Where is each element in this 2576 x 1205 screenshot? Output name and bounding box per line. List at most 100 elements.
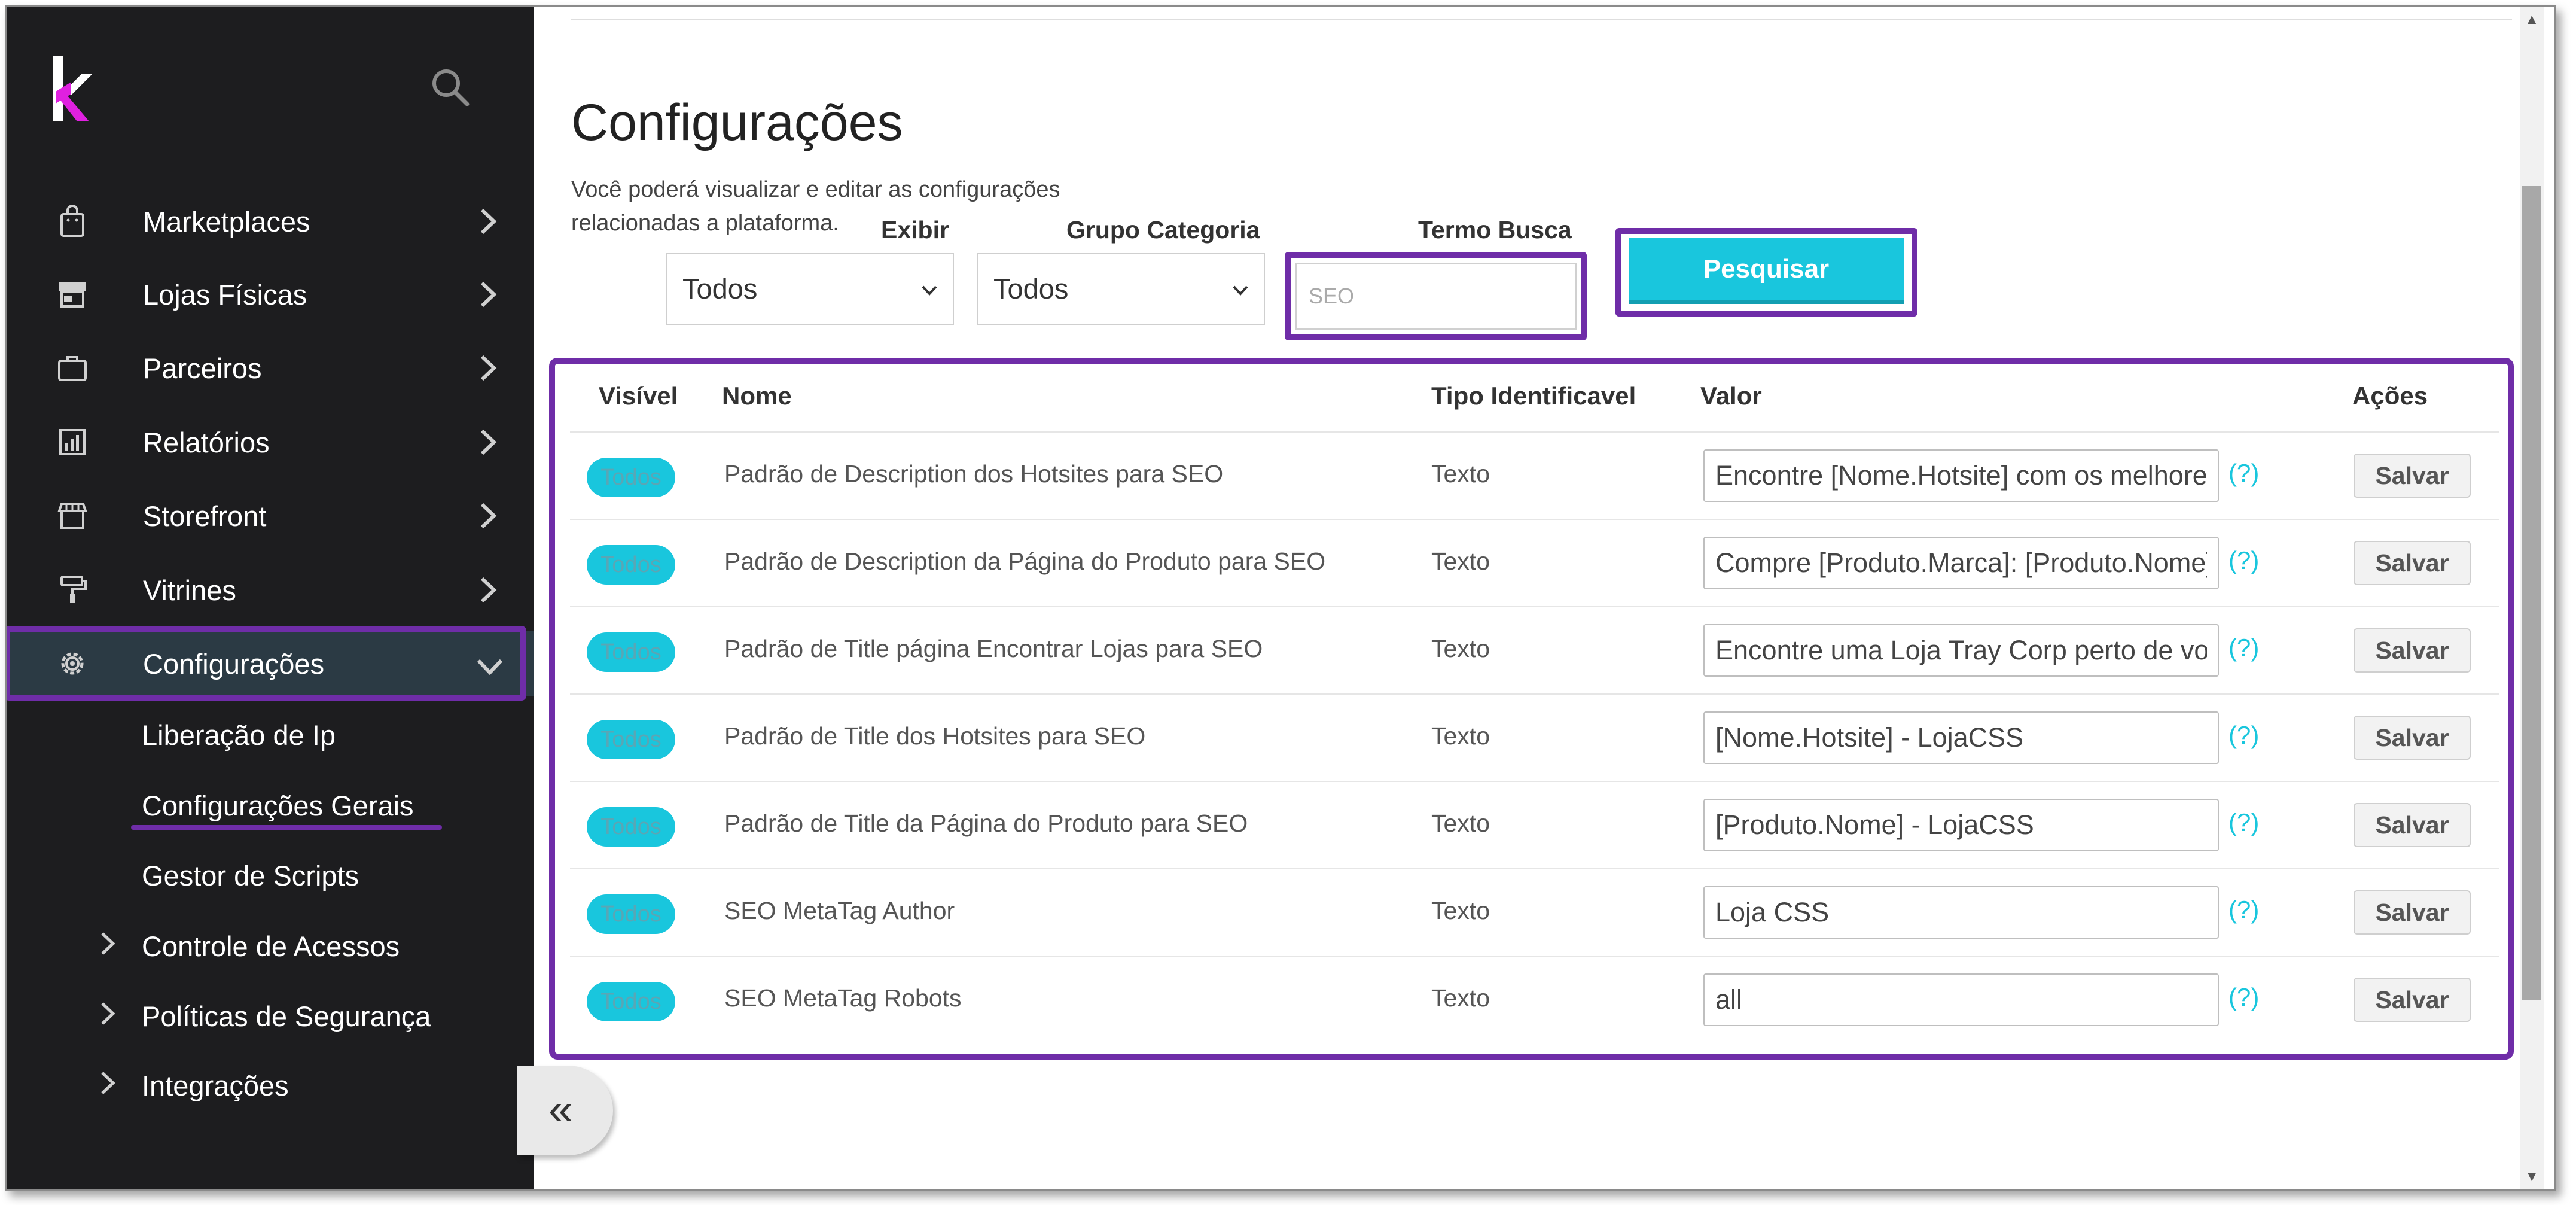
config-name: Padrão de Description dos Hotsites para … — [724, 460, 1224, 488]
column-header-valor: Valor — [1700, 382, 1762, 410]
column-header-tipo: Tipo Identificavel — [1431, 382, 1636, 410]
visibility-badge: Todos — [587, 894, 675, 934]
salvar-button[interactable]: Salvar — [2354, 978, 2471, 1022]
sidebar-item-marketplaces[interactable]: Marketplaces — [7, 188, 534, 254]
sidebar-item-vitrines[interactable]: Vitrines — [7, 557, 534, 623]
sidebar: Marketplaces Lojas Físicas Parceiros Rel… — [7, 7, 534, 1189]
sidebar-subitem-configuracoes-gerais[interactable]: Configurações Gerais — [142, 789, 414, 822]
visibility-badge: Todos — [587, 807, 675, 847]
config-type: Texto — [1431, 897, 1490, 924]
sidebar-subitem-liberacao-ip[interactable]: Liberação de Ip — [142, 719, 336, 751]
column-header-visivel: Visível — [599, 382, 678, 410]
termo-busca-input[interactable] — [1295, 263, 1577, 330]
table-row: Todos Padrão de Title da Página do Produ… — [570, 781, 2499, 869]
shopping-bag-icon — [60, 205, 84, 237]
exibir-select-value: Todos — [682, 273, 758, 305]
sidebar-subitem-politicas-seguranca[interactable]: Políticas de Segurança — [142, 1000, 431, 1033]
config-type: Texto — [1431, 547, 1490, 575]
config-type: Texto — [1431, 810, 1490, 837]
help-icon[interactable]: (?) — [2229, 634, 2259, 662]
top-divider — [571, 19, 2512, 20]
sidebar-item-storefront[interactable]: Storefront — [7, 483, 534, 549]
table-row: Todos Padrão de Description da Página do… — [570, 519, 2499, 607]
sidebar-item-parceiros[interactable]: Parceiros — [7, 335, 534, 401]
salvar-button[interactable]: Salvar — [2354, 803, 2471, 847]
chevron-right-icon[interactable] — [97, 930, 118, 957]
grupo-categoria-select[interactable]: Todos — [977, 253, 1265, 325]
exibir-select[interactable]: Todos — [666, 253, 954, 325]
collapse-sidebar-button[interactable]: « — [517, 1066, 613, 1155]
app-window: Marketplaces Lojas Físicas Parceiros Rel… — [5, 5, 2556, 1191]
help-icon[interactable]: (?) — [2229, 459, 2259, 488]
grupo-select-value: Todos — [993, 273, 1069, 305]
config-value-input[interactable] — [1703, 537, 2219, 589]
salvar-button[interactable]: Salvar — [2354, 541, 2471, 585]
config-name: Padrão de Description da Página do Produ… — [724, 547, 1326, 575]
chevron-right-icon[interactable] — [97, 1069, 118, 1097]
help-icon[interactable]: (?) — [2229, 721, 2259, 750]
search-icon[interactable] — [429, 66, 471, 108]
scrollbar[interactable]: ▲ ▼ — [2520, 7, 2544, 1189]
page-title: Configurações — [571, 94, 903, 151]
exibir-label: Exibir — [881, 216, 949, 244]
config-name: Padrão de Title dos Hotsites para SEO — [724, 722, 1146, 750]
config-value-input[interactable] — [1703, 886, 2219, 939]
grupo-categoria-label: Grupo Categoria — [1066, 216, 1260, 244]
scroll-down-arrow-icon[interactable]: ▼ — [2525, 1169, 2539, 1185]
help-icon[interactable]: (?) — [2229, 808, 2259, 837]
config-name: Padrão de Title página Encontrar Lojas p… — [724, 635, 1263, 662]
config-value-input[interactable] — [1703, 973, 2219, 1026]
help-icon[interactable]: (?) — [2229, 983, 2259, 1012]
main-content: Configurações Você poderá visualizar e e… — [517, 7, 2544, 1189]
config-value-input[interactable] — [1703, 711, 2219, 764]
scrollbar-thumb[interactable] — [2522, 186, 2541, 1000]
sidebar-item-label: Relatórios — [143, 427, 270, 458]
config-name: Padrão de Title da Página do Produto par… — [724, 810, 1248, 837]
sidebar-item-relatorios[interactable]: Relatórios — [7, 409, 534, 475]
sidebar-item-label: Lojas Físicas — [143, 279, 307, 311]
visibility-badge: Todos — [587, 632, 675, 672]
sidebar-subitem-gestor-scripts[interactable]: Gestor de Scripts — [142, 859, 359, 892]
chevron-right-icon — [480, 503, 497, 529]
scroll-up-arrow-icon[interactable]: ▲ — [2525, 11, 2539, 28]
config-name: SEO MetaTag Robots — [724, 984, 962, 1012]
chevron-right-icon — [480, 355, 497, 381]
help-icon[interactable]: (?) — [2229, 546, 2259, 575]
help-icon[interactable]: (?) — [2229, 896, 2259, 924]
sidebar-item-lojas-fisicas[interactable]: Lojas Físicas — [7, 261, 534, 327]
table-row: Todos SEO MetaTag Author Texto (?) Salva… — [570, 868, 2499, 957]
table-row: Todos SEO MetaTag Robots Texto (?) Salva… — [570, 956, 2499, 1044]
chevron-right-icon[interactable] — [97, 1000, 118, 1027]
sidebar-subitem-controle-acessos[interactable]: Controle de Acessos — [142, 930, 400, 963]
config-type: Texto — [1431, 722, 1490, 750]
sidebar-item-label: Storefront — [143, 500, 267, 532]
config-value-input[interactable] — [1703, 799, 2219, 851]
chevron-right-icon — [480, 281, 497, 308]
column-header-acoes: Ações — [2352, 382, 2428, 410]
config-type: Texto — [1431, 460, 1490, 488]
sidebar-subitem-integracoes[interactable]: Integrações — [142, 1069, 289, 1102]
visibility-badge: Todos — [587, 458, 675, 497]
visibility-badge: Todos — [587, 720, 675, 759]
active-item-highlight — [7, 626, 526, 701]
logo-icon — [53, 56, 93, 121]
sidebar-item-label: Vitrines — [143, 574, 236, 606]
salvar-button[interactable]: Salvar — [2354, 890, 2471, 935]
double-chevron-left-icon: « — [548, 1084, 574, 1134]
sidebar-item-label: Marketplaces — [143, 206, 310, 238]
config-value-input[interactable] — [1703, 449, 2219, 502]
store-icon — [59, 282, 86, 308]
pesquisar-button[interactable]: Pesquisar — [1629, 238, 1904, 304]
chevron-right-icon — [480, 429, 497, 455]
chevron-down-icon — [1233, 285, 1248, 296]
salvar-button[interactable]: Salvar — [2354, 454, 2471, 498]
termo-busca-label: Termo Busca — [1418, 216, 1572, 244]
column-header-nome: Nome — [722, 382, 792, 410]
config-value-input[interactable] — [1703, 624, 2219, 677]
salvar-button[interactable]: Salvar — [2354, 628, 2471, 673]
paint-roller-icon — [60, 576, 87, 603]
salvar-button[interactable]: Salvar — [2354, 716, 2471, 760]
table-row: Todos Padrão de Description dos Hotsites… — [570, 431, 2499, 520]
visibility-badge: Todos — [587, 982, 675, 1021]
chevron-right-icon — [480, 208, 497, 235]
